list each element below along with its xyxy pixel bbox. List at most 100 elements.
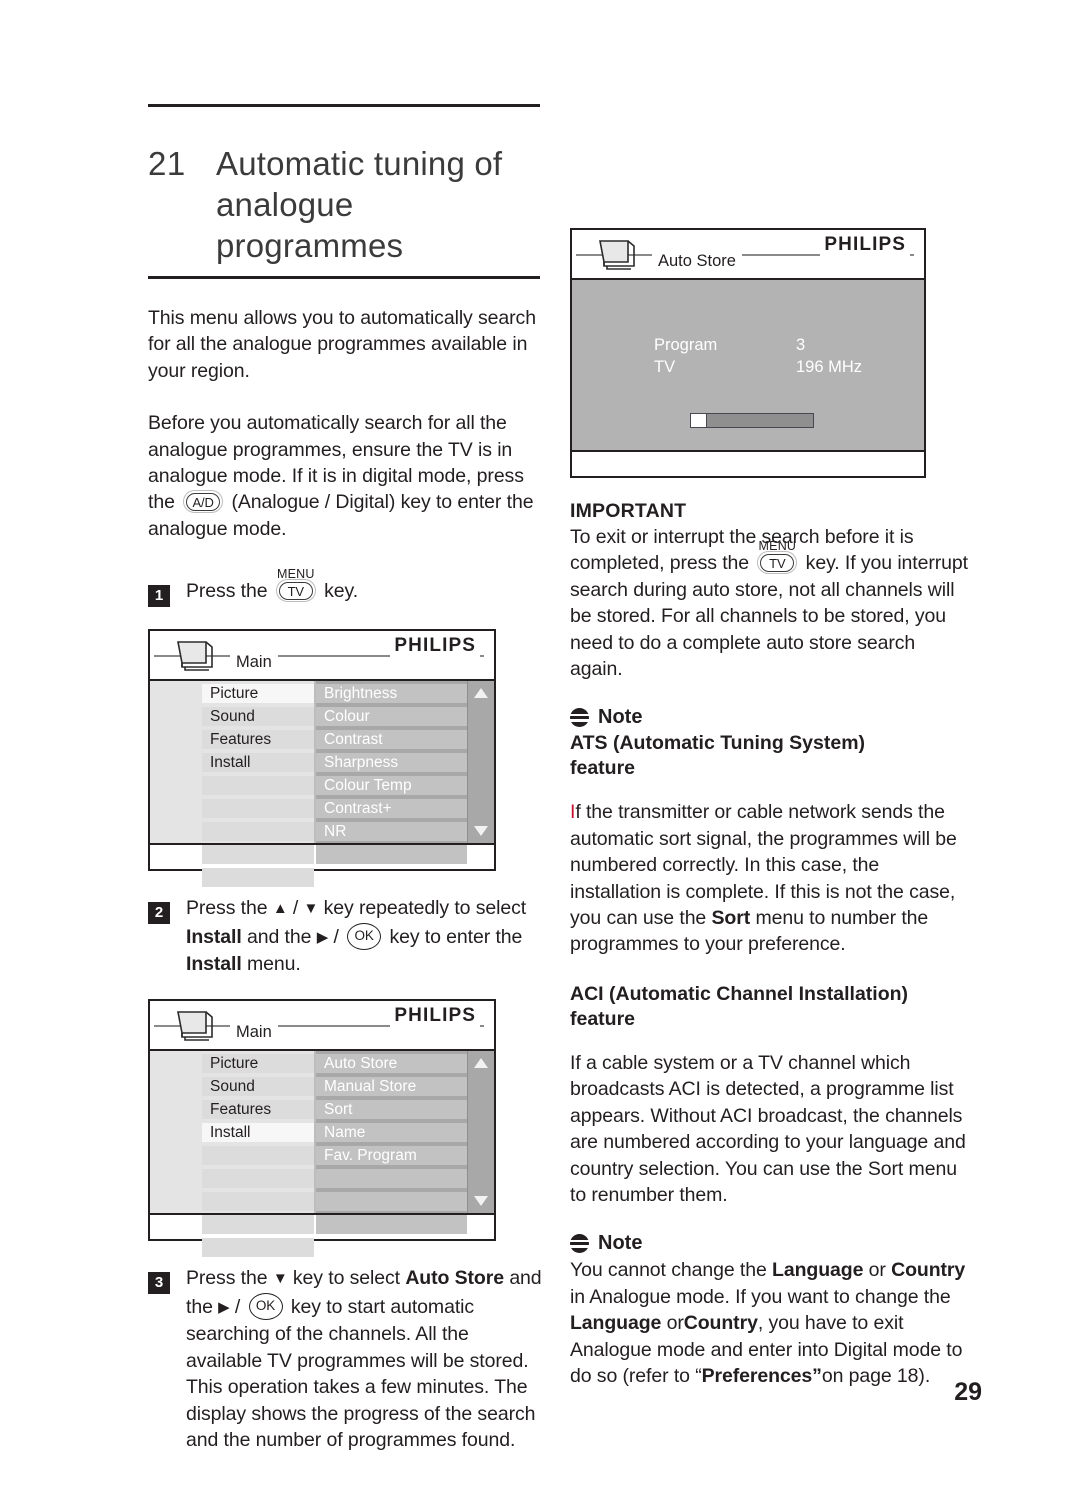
- note-language-heading: Note: [569, 1232, 970, 1255]
- philips-logo: PHILIPS: [390, 1005, 480, 1028]
- step-3: 3 Press the ▼ key to select Auto Store a…: [148, 1265, 544, 1453]
- tv-key-icon: TV: [757, 551, 798, 575]
- tv-set-icon: [599, 240, 635, 270]
- chapter-title-line1: Automatic tuning of: [216, 145, 503, 182]
- step-2-bold-install-1: Install: [186, 925, 242, 948]
- osd-auto-store-footer: [572, 450, 924, 476]
- ok-key-label: OK: [248, 1292, 283, 1320]
- note-label: Note: [598, 706, 643, 729]
- note-language-body: You cannot change the Language or Countr…: [570, 1257, 970, 1389]
- osd-install-body: Picture Sound Features Install Auto Stor…: [150, 1051, 494, 1258]
- submenu-item-brightness[interactable]: Brightness: [316, 684, 467, 704]
- arrow-up-icon: ▲: [272, 900, 288, 918]
- step-2-text-mid2: and the: [246, 925, 312, 948]
- submenu-item-sort[interactable]: Sort: [316, 1100, 467, 1120]
- submenu-item-auto-store[interactable]: Auto Store: [316, 1054, 467, 1074]
- menu-item-empty: [202, 776, 314, 796]
- menu-item-picture[interactable]: Picture: [202, 684, 314, 704]
- submenu-item-colour-temp[interactable]: Colour Temp: [316, 776, 467, 796]
- note-language-bold-country-1: Country: [891, 1259, 966, 1282]
- right-column: Auto Store PHILIPS Program 3 TV 196 MHz …: [569, 228, 970, 1413]
- note-ats-bold-sort: Sort: [711, 907, 751, 930]
- submenu-item-empty: [316, 1192, 467, 1212]
- note-ats-subheading-line1: ATS (Automatic Tuning System): [570, 732, 866, 755]
- osd-install-scrollbar[interactable]: [467, 1051, 494, 1214]
- osd-main-menu: Main PHILIPS Picture Sound Features Inst…: [148, 629, 496, 888]
- step-2-slash-2: /: [333, 925, 339, 948]
- menu-item-sound[interactable]: Sound: [202, 707, 314, 727]
- menu-item-features[interactable]: Features: [202, 1100, 314, 1120]
- triangle-up-icon[interactable]: [474, 1058, 488, 1069]
- note-language-bold-preferences: Preferences”: [701, 1364, 822, 1387]
- step-3-text-before: Press the: [186, 1267, 268, 1290]
- osd-install-title: Main: [230, 1023, 278, 1043]
- arrow-down-icon: ▼: [303, 900, 319, 918]
- osd-auto-store-header: Auto Store PHILIPS: [572, 230, 924, 280]
- triangle-down-icon[interactable]: [474, 826, 488, 837]
- program-value: 3: [796, 336, 806, 354]
- before-paragraph: Before you automatically search for all …: [148, 410, 544, 542]
- note-ats-subheading: ATS (Automatic Tuning System) feature: [570, 731, 970, 781]
- triangle-up-icon[interactable]: [474, 688, 488, 699]
- submenu-item-manual-store[interactable]: Manual Store: [316, 1077, 467, 1097]
- osd-install-submenu-column: Auto Store Manual Store Sort Name Fav. P…: [314, 1051, 467, 1235]
- submenu-item-sharpness[interactable]: Sharpness: [316, 753, 467, 773]
- menu-item-picture[interactable]: Picture: [202, 1054, 314, 1074]
- step-3-text-end: key to start automatic searching of the …: [186, 1295, 536, 1451]
- menu-item-install[interactable]: Install: [202, 753, 314, 773]
- menu-item-empty: [202, 845, 314, 865]
- triangle-down-icon[interactable]: [474, 1196, 488, 1207]
- submenu-item-contrast-plus[interactable]: Contrast+: [316, 799, 467, 819]
- submenu-item-fav-program[interactable]: Fav. Program: [316, 1146, 467, 1166]
- submenu-item-empty: [316, 1169, 467, 1189]
- submenu-item-contrast[interactable]: Contrast: [316, 730, 467, 750]
- osd-install-menu: Main PHILIPS Picture Sound Features Inst…: [148, 999, 496, 1258]
- page-number: 29: [954, 1378, 982, 1406]
- menu-item-sound[interactable]: Sound: [202, 1077, 314, 1097]
- menu-tv-key-icon: MENU TV: [273, 567, 319, 604]
- osd-auto-store-title: Auto Store: [652, 252, 742, 271]
- submenu-item-name[interactable]: Name: [316, 1123, 467, 1143]
- aci-heading-line1: ACI (Automatic Channel Installation): [570, 982, 909, 1005]
- aci-heading: ACI (Automatic Channel Installation) fea…: [570, 982, 970, 1032]
- step-2-text-mid1: key repeatedly to select: [323, 897, 527, 920]
- left-column: 21 Automatic tuning of analogue programm…: [148, 104, 544, 1475]
- manual-page: 21 Automatic tuning of analogue programm…: [0, 0, 1080, 1492]
- step-3-text: Press the ▼ key to select Auto Store and…: [186, 1265, 544, 1453]
- step-2: 2 Press the ▲ / ▼ key repeatedly to sele…: [148, 895, 544, 977]
- program-label: Program: [654, 336, 718, 354]
- chapter-title-line2: analogue programmes: [216, 186, 404, 264]
- osd-main-scrollbar[interactable]: [467, 681, 494, 844]
- submenu-item-empty: [316, 845, 467, 865]
- tv-key-label: TV: [760, 553, 795, 572]
- menu-item-features[interactable]: Features: [202, 730, 314, 750]
- submenu-item-colour[interactable]: Colour: [316, 707, 467, 727]
- aci-section: ACI (Automatic Channel Installation) fea…: [570, 982, 970, 1208]
- frequency-value: 196 MHz: [796, 358, 863, 376]
- submenu-item-empty: [316, 1215, 467, 1235]
- menu-item-empty: [202, 1192, 314, 1212]
- tv-set-icon: [177, 641, 213, 672]
- osd-install-menu-column: Picture Sound Features Install: [202, 1051, 314, 1258]
- note-language-bold-country-2: Country: [683, 1312, 758, 1335]
- important-section: IMPORTANT To exit or interrupt the searc…: [570, 500, 970, 682]
- osd-main-submenu-column: Brightness Colour Contrast Sharpness Col…: [314, 681, 467, 865]
- ad-key-label: A/D: [186, 492, 221, 511]
- osd-main-menu-column: Picture Sound Features Install: [202, 681, 314, 888]
- search-progress-fill: [691, 414, 707, 427]
- note-icon: [569, 1234, 590, 1254]
- note-ats-subheading-line2: feature: [570, 757, 636, 780]
- osd-install-header: Main PHILIPS: [150, 1001, 494, 1052]
- submenu-item-nr[interactable]: NR: [316, 822, 467, 842]
- arrow-down-icon: ▼: [272, 1270, 288, 1288]
- ad-key-icon: A/D: [183, 490, 224, 514]
- step-2-text: Press the ▲ / ▼ key repeatedly to select…: [186, 895, 544, 977]
- step-1-number: 1: [148, 585, 170, 608]
- search-progress-bar: [690, 413, 814, 428]
- step-3-number: 3: [148, 1272, 170, 1295]
- menu-item-install[interactable]: Install: [202, 1123, 314, 1143]
- menu-item-empty: [202, 1169, 314, 1189]
- menu-tv-key-icon: MENU TV: [754, 539, 800, 576]
- osd-main-body: Picture Sound Features Install Brightnes…: [150, 681, 494, 888]
- step-1: 1 Press the MENU TV key.: [148, 567, 544, 608]
